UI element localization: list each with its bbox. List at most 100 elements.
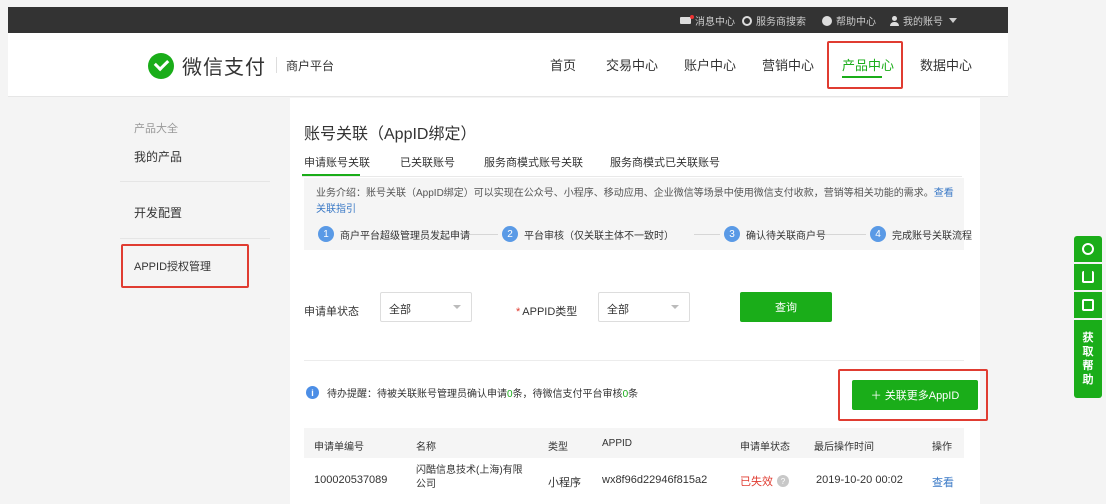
help-icon (822, 15, 832, 26)
float-edit-button[interactable] (1074, 292, 1102, 318)
service-search-label: 服务商搜索 (756, 17, 806, 28)
step-3: 3 确认待关联商户号 (724, 226, 826, 242)
wechat-pay-icon (148, 52, 174, 79)
step-connector (694, 234, 720, 235)
sidebar-item-my-products[interactable]: 我的产品 (134, 148, 182, 165)
step-label: 商户平台超级管理员发起申请 (340, 230, 470, 242)
tab-sp-mode-link[interactable]: 服务商模式账号关联 (484, 154, 583, 170)
row-view-link[interactable]: 查看 (932, 474, 954, 490)
status-select[interactable]: 全部 (380, 292, 472, 322)
sidebar-group-label: 产品大全 (134, 123, 178, 135)
step-2: 2 平台审核（仅关联主体不一致时） (502, 226, 674, 242)
message-icon (680, 15, 694, 24)
step-number: 2 (502, 226, 518, 242)
tab-apply-link[interactable]: 申请账号关联 (304, 154, 370, 170)
chevron-down-icon (949, 18, 957, 23)
edit-icon (1082, 299, 1094, 311)
float-help-button[interactable]: 获取帮助 (1074, 320, 1102, 398)
platform-name: 商户平台 (286, 59, 335, 73)
notice-text: 待办提醒：待被关联账号管理员确认申请0条，待微信支付平台审核0条 (327, 385, 638, 400)
tab-divider (302, 176, 962, 177)
tab-sp-mode-linked[interactable]: 服务商模式已关联账号 (610, 154, 720, 170)
nav-marketing-center[interactable]: 营销中心 (762, 55, 814, 74)
user-icon (890, 15, 899, 26)
sidebar-item-dev-config[interactable]: 开发配置 (134, 204, 182, 221)
info-icon: i (306, 386, 319, 399)
status-filter-label: 申请单状态 (304, 306, 359, 318)
row-appid: wx8f96d22946f815a2 (602, 474, 708, 486)
col-header-appid: APPID (602, 438, 633, 449)
todo-notice: i 待办提醒：待被关联账号管理员确认申请0条，待微信支付平台审核0条 (306, 385, 638, 400)
table-header: 申请单编号 名称 类型 APPID 申请单状态 最后操作时间 操作 (304, 428, 964, 458)
nav-home[interactable]: 首页 (550, 55, 576, 74)
nav-account-center[interactable]: 账户中心 (684, 55, 736, 74)
float-download-button[interactable] (1074, 264, 1102, 290)
step-label: 平台审核（仅关联主体不一致时） (524, 230, 674, 242)
appid-type-label-text: APPID类型 (522, 306, 578, 318)
sidebar-divider (120, 238, 270, 239)
step-4: 4 完成账号关联流程 (870, 226, 972, 242)
appid-type-label: * APPID类型 (516, 303, 577, 319)
step-number: 1 (318, 226, 334, 242)
status-text: 已失效 (740, 476, 773, 488)
chevron-down-icon (671, 305, 679, 309)
step-label: 确认待关联商户号 (746, 230, 826, 242)
service-search-link[interactable]: 服务商搜索 (742, 13, 806, 28)
nav-trade-center[interactable]: 交易中心 (606, 55, 658, 74)
help-center-link[interactable]: 帮助中心 (822, 13, 876, 28)
notice-text-c: 条 (628, 389, 639, 400)
chevron-down-icon (453, 305, 461, 309)
appid-type-select[interactable]: 全部 (598, 292, 690, 322)
query-button[interactable]: 查询 (740, 292, 832, 322)
row-status: 已失效? (740, 473, 789, 489)
row-name: 闪酷信息技术(上海)有限 公司 (416, 464, 523, 492)
tab-active-indicator (302, 174, 360, 176)
brand-name: 微信支付 (182, 57, 266, 79)
row-name-line2: 公司 (416, 479, 436, 490)
wechat-pay-logo[interactable]: 微信支付 (148, 51, 266, 80)
sidebar-divider (120, 181, 270, 182)
notice-text-b: 条，待微信支付平台审核 (512, 389, 623, 400)
top-bar: 消息中心 服务商搜索 帮助中心 我的账号 (8, 7, 1008, 33)
col-header-id: 申请单编号 (314, 442, 364, 453)
step-number: 4 (870, 226, 886, 242)
float-link-button[interactable] (1074, 236, 1102, 262)
download-icon (1082, 271, 1094, 283)
row-name-line1: 闪酷信息技术(上海)有限 (416, 465, 523, 476)
appid-type-select-value: 全部 (607, 304, 629, 316)
col-header-time: 最后操作时间 (814, 442, 874, 453)
message-center-label: 消息中心 (695, 17, 735, 28)
question-icon[interactable]: ? (777, 475, 789, 487)
link-icon (1082, 243, 1094, 255)
highlight-appid-auth (121, 244, 249, 288)
header-divider (276, 57, 277, 73)
intro-description: 业务介绍：账号关联（AppID绑定）可以实现在公众号、小程序、移动应用、企业微信… (316, 188, 934, 199)
col-header-name: 名称 (416, 442, 436, 453)
tab-linked-accounts[interactable]: 已关联账号 (400, 154, 455, 170)
status-select-value: 全部 (389, 304, 411, 316)
account-menu[interactable]: 我的账号 (890, 13, 957, 28)
intro-panel: 业务介绍：账号关联（AppID绑定）可以实现在公众号、小程序、移动应用、企业微信… (304, 178, 972, 250)
main-content: 账号关联（AppID绑定） 申请账号关联 已关联账号 服务商模式账号关联 服务商… (290, 98, 980, 504)
nav-data-center[interactable]: 数据中心 (920, 55, 972, 74)
compass-icon (742, 15, 752, 26)
col-header-status: 申请单状态 (740, 442, 790, 453)
row-type: 小程序 (548, 477, 581, 489)
step-connector (826, 234, 866, 235)
required-mark: * (516, 306, 521, 318)
step-number: 3 (724, 226, 740, 242)
highlight-product-center (827, 41, 903, 89)
help-center-label: 帮助中心 (836, 17, 876, 28)
message-center-link[interactable]: 消息中心 (680, 13, 735, 28)
col-header-type: 类型 (548, 442, 568, 453)
step-1: 1 商户平台超级管理员发起申请 (318, 226, 470, 242)
section-divider (304, 360, 964, 361)
help-label: 获取帮助 (1082, 332, 1094, 386)
notice-text-a: 待办提醒：待被关联账号管理员确认申请 (327, 389, 507, 400)
row-time: 2019-10-20 00:02 (816, 474, 903, 486)
step-label: 完成账号关联流程 (892, 230, 972, 242)
row-id: 100020537089 (314, 474, 388, 486)
highlight-add-appid (838, 369, 988, 421)
col-header-action: 操作 (932, 442, 952, 453)
intro-text: 业务介绍：账号关联（AppID绑定）可以实现在公众号、小程序、移动应用、企业微信… (316, 186, 956, 218)
